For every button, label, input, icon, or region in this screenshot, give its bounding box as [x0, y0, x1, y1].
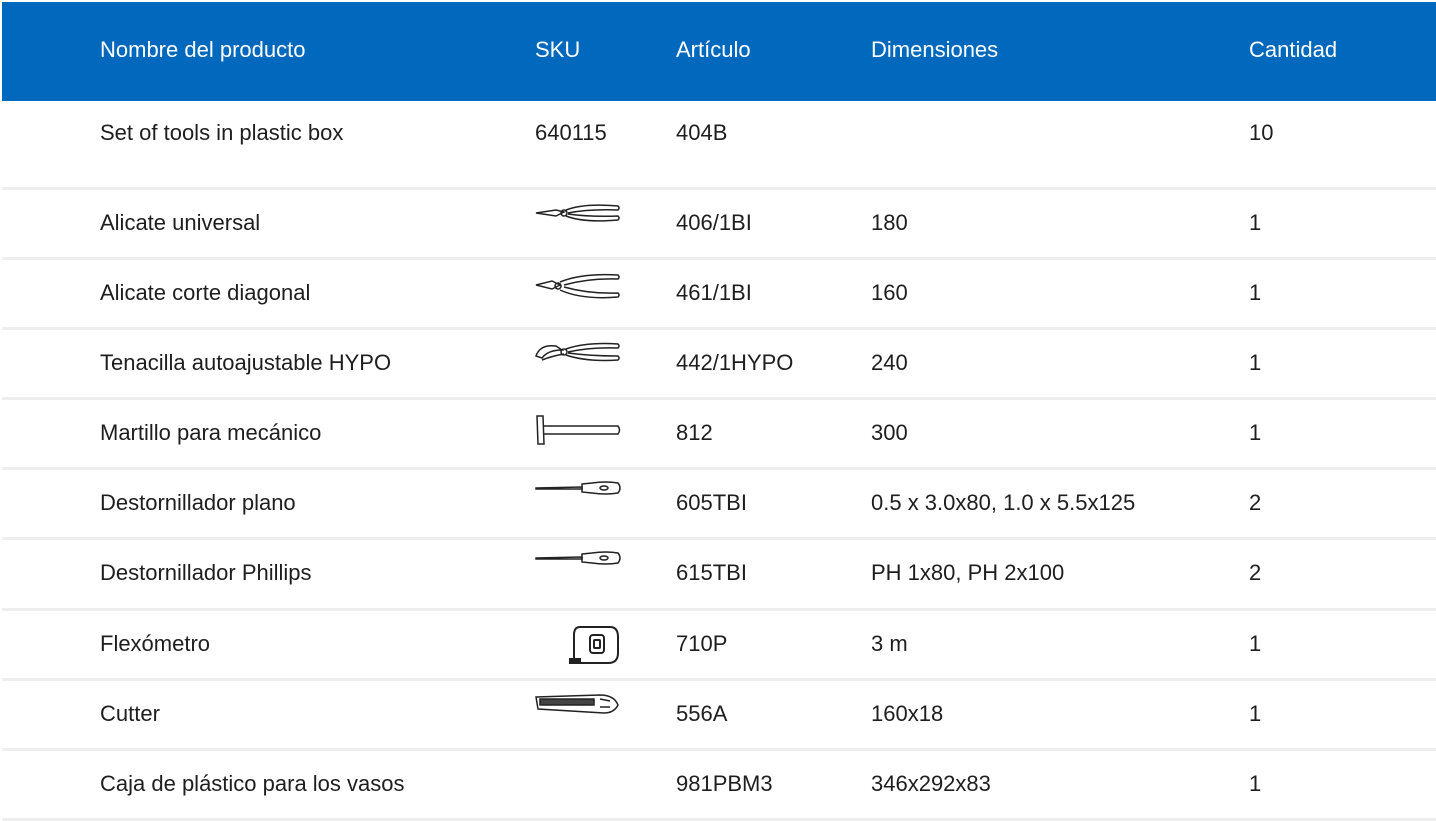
product-quantity: 1 — [1249, 701, 1262, 726]
product-name: Destornillador Phillips — [100, 560, 312, 585]
product-article: 404B — [676, 120, 728, 145]
product-article: 442/1HYPO — [676, 350, 794, 375]
adjustable-pliers-icon — [534, 340, 622, 368]
flat-screwdriver-icon — [534, 480, 622, 496]
product-dimensions: 240 — [871, 350, 908, 375]
product-quantity: 10 — [1249, 120, 1274, 145]
product-sku: 640115 — [535, 120, 607, 145]
column-header-sku: SKU — [535, 37, 581, 62]
column-header-dimensions: Dimensiones — [871, 37, 999, 62]
table-row: Flexómetro 710P 3 m 1 — [2, 611, 1436, 681]
product-dimensions: 180 — [871, 210, 908, 235]
product-article: 605TBI — [676, 490, 747, 515]
table-header: Nombre del producto SKU Artículo Dimensi… — [2, 2, 1436, 101]
product-quantity: 1 — [1249, 631, 1262, 656]
table-row: Alicate corte diagonal 461/1BI 160 1 — [2, 260, 1436, 330]
product-name: Martillo para mecánico — [100, 420, 322, 445]
product-article: 812 — [676, 420, 713, 445]
product-quantity: 1 — [1249, 771, 1262, 796]
phillips-screwdriver-icon — [534, 550, 622, 566]
table-row: Cutter 556A 160x18 1 — [2, 681, 1436, 751]
table-row: Martillo para mecánico 812 300 1 — [2, 400, 1436, 470]
product-article: 615TBI — [676, 560, 747, 585]
product-quantity: 2 — [1249, 560, 1262, 585]
product-dimensions: 300 — [871, 420, 908, 445]
product-dimensions: 160x18 — [871, 701, 944, 726]
product-article: 406/1BI — [676, 210, 752, 235]
table-row: Set of tools in plastic box 640115 404B … — [2, 101, 1436, 190]
product-name: Cutter — [100, 701, 160, 726]
product-name: Tenacilla autoajustable HYPO — [100, 350, 392, 375]
combination-pliers-icon — [534, 202, 622, 226]
table-row: Tenacilla autoajustable HYPO 442/1HYPO 2… — [2, 330, 1436, 400]
product-name: Flexómetro — [100, 631, 211, 656]
column-header-article: Artículo — [676, 37, 751, 62]
column-header-name: Nombre del producto — [100, 37, 306, 62]
product-quantity: 2 — [1249, 490, 1262, 515]
product-article: 710P — [676, 631, 728, 656]
table-row: Alicate universal 406/1BI 180 1 — [2, 190, 1436, 260]
product-dimensions: 346x292x83 — [871, 771, 991, 796]
diagonal-cutter-icon — [534, 272, 622, 302]
table-row: Caja de plástico para los vasos 981PBM3 … — [2, 751, 1436, 821]
product-name: Caja de plástico para los vasos — [100, 771, 405, 796]
hammer-icon — [534, 414, 622, 446]
table-row: Destornillador Phillips 615TBI PH 1x80, … — [2, 540, 1436, 611]
product-quantity: 1 — [1249, 350, 1262, 375]
product-article: 461/1BI — [676, 280, 752, 305]
tape-measure-icon — [568, 623, 622, 667]
product-table: Nombre del producto SKU Artículo Dimensi… — [2, 2, 1436, 821]
product-article: 556A — [676, 701, 728, 726]
product-dimensions: 160 — [871, 280, 908, 305]
cutter-knife-icon — [534, 691, 622, 717]
product-article: 981PBM3 — [676, 771, 773, 796]
column-header-quantity: Cantidad — [1249, 37, 1338, 62]
product-name: Alicate corte diagonal — [100, 280, 311, 305]
product-name: Alicate universal — [100, 210, 261, 235]
product-quantity: 1 — [1249, 280, 1262, 305]
product-dimensions: PH 1x80, PH 2x100 — [871, 560, 1065, 585]
product-quantity: 1 — [1249, 420, 1262, 445]
product-name: Destornillador plano — [100, 490, 296, 515]
product-name: Set of tools in plastic box — [100, 120, 344, 145]
table-row: Destornillador plano 605TBI 0.5 x 3.0x80… — [2, 470, 1436, 540]
product-dimensions: 0.5 x 3.0x80, 1.0 x 5.5x125 — [871, 490, 1136, 515]
product-dimensions: 3 m — [871, 631, 908, 656]
product-quantity: 1 — [1249, 210, 1262, 235]
